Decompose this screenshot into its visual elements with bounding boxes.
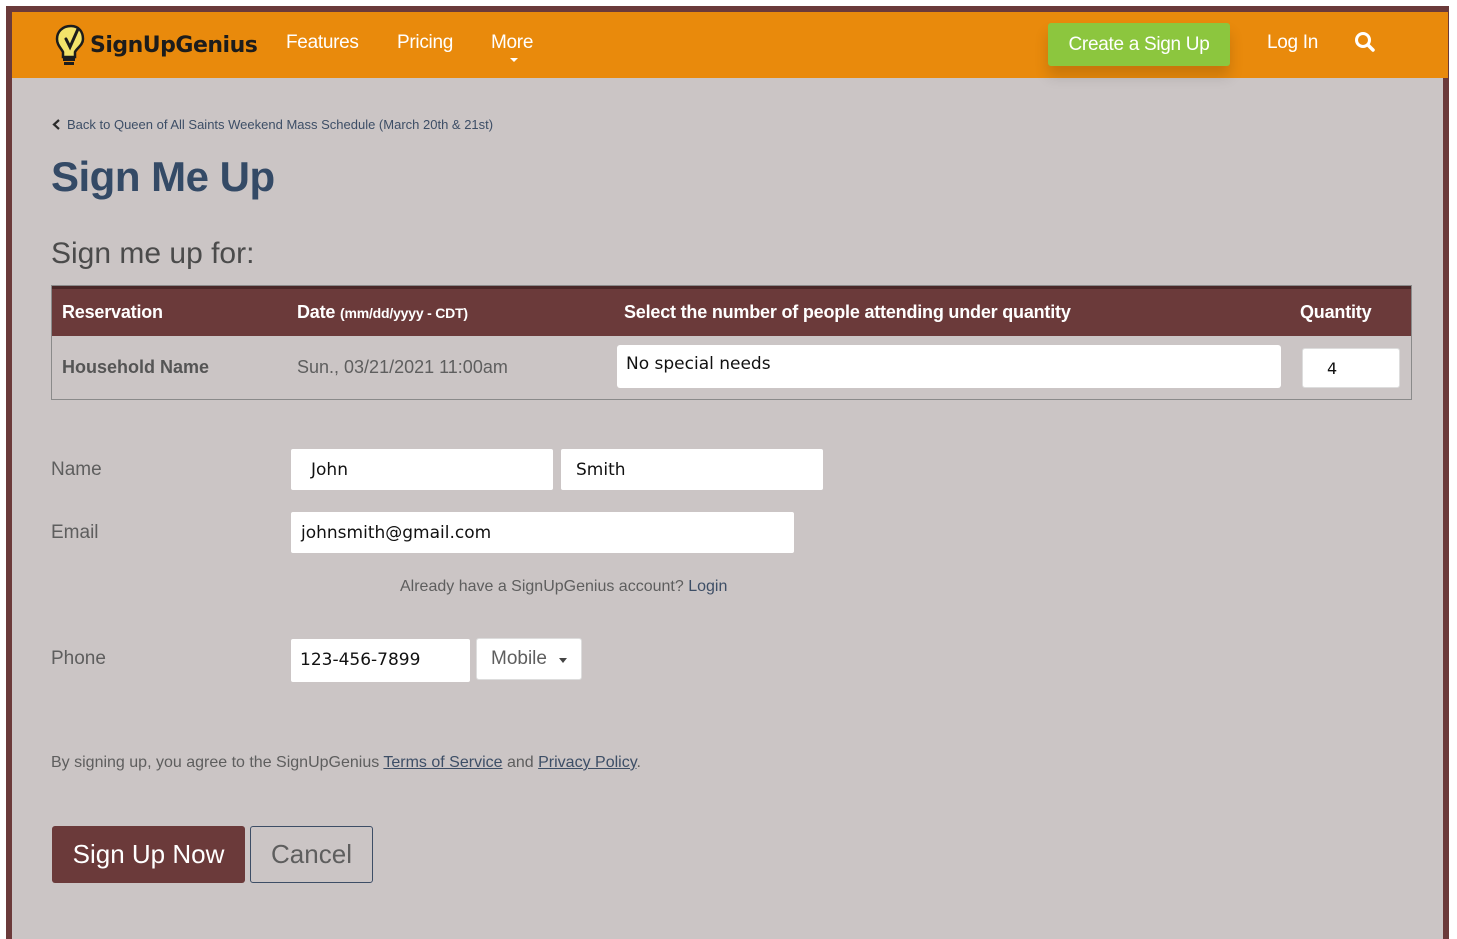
nav-more[interactable]: More: [491, 32, 533, 54]
chevron-left-icon: [52, 119, 60, 130]
phone-type-select[interactable]: Mobile: [476, 638, 582, 680]
row-date: Sun., 03/21/2021 11:00am: [297, 357, 508, 377]
terms-prefix: By signing up, you agree to the SignUpGe…: [51, 754, 380, 771]
lightbulb-icon: [55, 24, 85, 65]
account-prompt: Already have a SignUpGenius account? Log…: [400, 578, 727, 596]
reservation-table: Reservation Date (mm/dd/yyyy - CDT) Sele…: [51, 285, 1412, 400]
header-select: Select the number of people attending un…: [624, 302, 1071, 322]
header-quantity: Quantity: [1300, 302, 1372, 322]
top-navbar: SignUpGenius Features Pricing More Creat…: [12, 12, 1448, 78]
table-header: Reservation Date (mm/dd/yyyy - CDT) Sele…: [52, 286, 1411, 336]
chevron-down-icon: [559, 658, 567, 663]
email-label: Email: [51, 522, 99, 543]
more-caret-icon: [510, 58, 518, 62]
quantity-input[interactable]: 4: [1302, 348, 1400, 388]
last-name-input[interactable]: Smith: [561, 449, 823, 490]
name-label: Name: [51, 459, 102, 480]
nav-login[interactable]: Log In: [1267, 32, 1318, 54]
special-needs-field[interactable]: No special needs: [617, 345, 1281, 388]
create-signup-button[interactable]: Create a Sign Up: [1048, 23, 1230, 66]
row-reservation: Household Name: [62, 357, 210, 377]
email-input[interactable]: johnsmith@gmail.com: [291, 512, 794, 553]
cancel-button[interactable]: Cancel: [250, 826, 373, 883]
terms-suffix: .: [636, 754, 641, 771]
logo-text: SignUpGenius: [90, 32, 258, 58]
login-link[interactable]: Login: [688, 578, 727, 595]
section-heading: Sign me up for:: [51, 237, 255, 270]
back-link-text: Back to Queen of All Saints Weekend Mass…: [67, 117, 494, 132]
header-date: Date (mm/dd/yyyy - CDT): [297, 302, 468, 323]
header-reservation: Reservation: [62, 302, 163, 322]
first-name-input[interactable]: John: [291, 449, 553, 490]
header-date-note: (mm/dd/yyyy - CDT): [340, 305, 468, 321]
sign-up-now-button[interactable]: Sign Up Now: [52, 826, 245, 883]
phone-label: Phone: [51, 648, 106, 669]
signupgenius-logo[interactable]: SignUpGenius: [54, 20, 258, 70]
header-date-label: Date: [297, 302, 336, 322]
search-icon[interactable]: [1354, 31, 1376, 58]
privacy-policy-link[interactable]: Privacy Policy: [538, 754, 636, 771]
nav-pricing[interactable]: Pricing: [397, 32, 453, 54]
terms-and: and: [506, 754, 534, 771]
back-link[interactable]: Back to Queen of All Saints Weekend Mass…: [52, 117, 493, 132]
terms-of-service-link[interactable]: Terms of Service: [383, 754, 502, 771]
phone-type-value: Mobile: [491, 648, 547, 669]
nav-features[interactable]: Features: [286, 32, 359, 54]
terms-text: By signing up, you agree to the SignUpGe…: [51, 754, 641, 772]
phone-input[interactable]: 123-456-7899: [291, 639, 470, 682]
page-title: Sign Me Up: [51, 153, 275, 200]
account-prompt-text: Already have a SignUpGenius account?: [400, 578, 684, 595]
